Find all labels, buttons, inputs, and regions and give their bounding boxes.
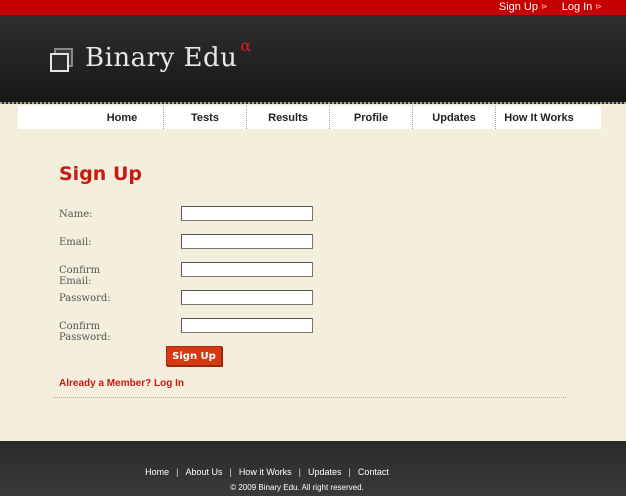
top-strip: Sign Up ⊳ Log In ⊳ — [0, 0, 626, 15]
main-nav: Home Tests Results Profile Updates How I… — [18, 106, 601, 129]
already-member-login-link[interactable]: Already a Member? Log In — [59, 378, 184, 389]
confirm-email-field[interactable] — [181, 262, 313, 277]
footer-link-about-us[interactable]: About Us — [185, 467, 222, 477]
footer-separator: | — [229, 467, 232, 477]
nav-item-home[interactable]: Home — [81, 106, 164, 129]
name-label: Name: — [59, 209, 93, 220]
logo-icon — [50, 48, 74, 72]
confirm-password-label: Confirm Password: — [59, 321, 111, 343]
email-field[interactable] — [181, 234, 313, 249]
logo-text: Binary Edu — [85, 43, 238, 73]
footer-separator: | — [176, 467, 179, 477]
logo-alpha-superscript: α — [240, 36, 252, 55]
footer-link-contact[interactable]: Contact — [358, 467, 389, 477]
footer-separator: | — [298, 467, 301, 477]
arrow-right-icon: ⊳ — [541, 2, 548, 11]
content-divider — [53, 397, 566, 398]
top-login-label: Log In — [561, 1, 593, 13]
name-field[interactable] — [181, 206, 313, 221]
confirm-password-field[interactable] — [181, 318, 313, 333]
header: Binary Edu α — [0, 15, 626, 104]
top-login-link[interactable]: Log In ⊳ — [562, 1, 602, 13]
footer-link-home[interactable]: Home — [145, 467, 169, 477]
nav-item-updates[interactable]: Updates — [413, 106, 496, 129]
nav-item-profile[interactable]: Profile — [330, 106, 413, 129]
password-field[interactable] — [181, 290, 313, 305]
email-label: Email: — [59, 237, 92, 248]
nav-item-how-it-works[interactable]: How It Works — [496, 106, 582, 129]
footer-link-how-it-works[interactable]: How it Works — [239, 467, 292, 477]
confirm-email-label: Confirm Email: — [59, 265, 101, 287]
footer: Home | About Us | How it Works | Updates | Conta… — [0, 441, 626, 496]
nav-item-results[interactable]: Results — [247, 106, 330, 129]
signup-button[interactable]: Sign Up — [166, 346, 222, 366]
logo[interactable]: Binary Edu α — [50, 36, 251, 74]
nav-item-tests[interactable]: Tests — [164, 106, 247, 129]
top-signup-link[interactable]: Sign Up ⊳ — [499, 1, 548, 13]
page-title: Sign Up — [59, 163, 142, 185]
logo-square-front — [50, 53, 69, 72]
footer-link-updates[interactable]: Updates — [308, 467, 342, 477]
footer-separator: | — [348, 467, 351, 477]
top-signup-label: Sign Up — [498, 1, 538, 13]
arrow-right-icon: ⊳ — [595, 2, 602, 11]
footer-links: Home | About Us | How it Works | Updates | Conta… — [0, 467, 534, 477]
top-links: Sign Up ⊳ Log In ⊳ — [499, 1, 602, 13]
password-label: Password: — [59, 293, 111, 304]
copyright: © 2009 Binary Edu. All right reserved. — [230, 483, 364, 492]
